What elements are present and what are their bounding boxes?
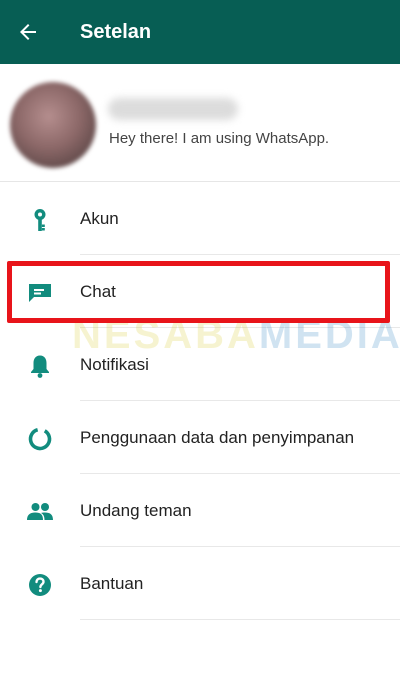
divider [80,619,400,620]
menu-item-akun[interactable]: Akun [0,182,400,255]
people-icon [27,503,53,520]
menu-item-notifikasi[interactable]: Notifikasi [0,328,400,401]
menu-item-label: Chat [80,282,116,301]
menu-item-label: Undang teman [80,501,192,520]
menu-item-undang-teman[interactable]: Undang teman [0,474,400,547]
profile-name [108,98,238,120]
key-icon [34,209,46,231]
menu-item-label: Akun [80,209,119,228]
profile-status: Hey there! I am using WhatsApp. [109,130,330,147]
settings-menu: Akun Chat Notifikasi Penggunaan data dan… [0,182,400,620]
menu-item-label: Bantuan [80,574,144,593]
chat-icon [29,284,51,302]
menu-item-bantuan[interactable]: Bantuan [0,547,400,620]
data-usage-icon [28,427,52,451]
arrow-left-icon [20,24,36,40]
menu-item-label: Penggunaan data dan penyimpanan [80,428,355,447]
bell-icon [31,355,49,378]
profile-section[interactable]: Hey there! I am using WhatsApp. [0,64,400,182]
menu-item-data-storage[interactable]: Penggunaan data dan penyimpanan [0,401,400,474]
menu-item-label: Notifikasi [80,355,149,374]
help-icon [29,574,51,596]
app-bar: Setelan [0,0,400,64]
menu-item-chat[interactable]: Chat [0,255,400,328]
back-button[interactable] [16,20,40,44]
page-title: Setelan [80,21,152,43]
avatar[interactable] [10,82,96,168]
